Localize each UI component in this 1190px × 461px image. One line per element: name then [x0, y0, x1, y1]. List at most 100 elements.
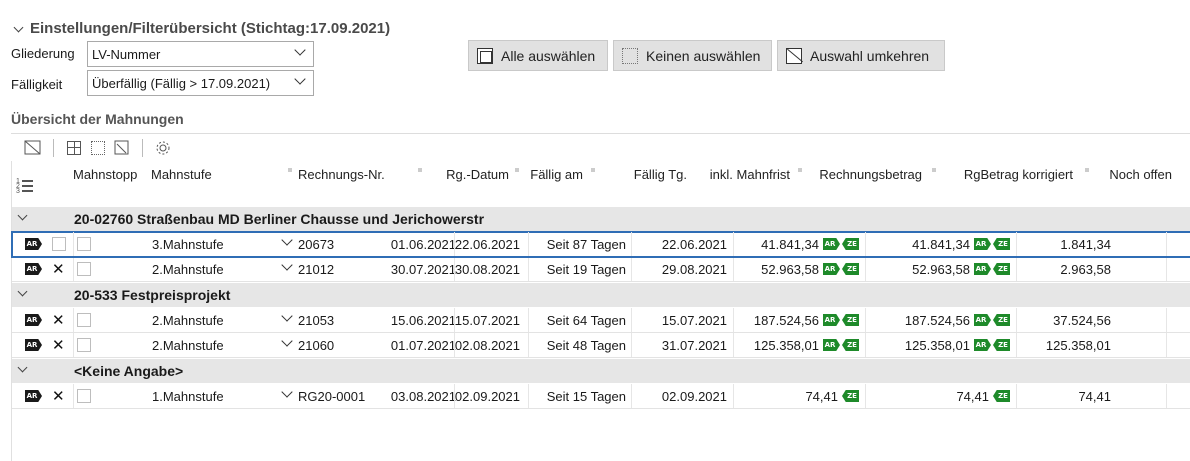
- settings-title: Einstellungen/Filterübersicht (Stichtag:…: [30, 20, 391, 37]
- chevron-down-icon: [295, 47, 305, 57]
- col-rgdatum[interactable]: Rg.-Datum: [428, 161, 512, 187]
- checkbox[interactable]: [52, 237, 66, 251]
- rgbetrag-korrigiert-value: 125.358,01: [904, 337, 970, 353]
- ze-badge: ZE: [842, 390, 859, 402]
- faellig-cell: 30.08.2021: [454, 261, 520, 277]
- mahnstufe-select[interactable]: 2.Mahnstufe: [151, 257, 298, 281]
- mahnstufe-select[interactable]: 3.Mahnstufe: [151, 232, 298, 256]
- col-rgbetrag-korrigiert[interactable]: RgBetrag korrigiert: [926, 161, 1077, 187]
- mahnstufe-select[interactable]: 2.Mahnstufe: [151, 308, 298, 332]
- select-all-icon[interactable]: [64, 138, 84, 158]
- faellig-cell: 02.09.2021: [454, 388, 520, 404]
- faellig-cell: 22.06.2021: [454, 236, 520, 252]
- checkbox[interactable]: [77, 338, 91, 352]
- mahnstufe-value: 1.Mahnstufe: [152, 388, 224, 404]
- close-icon[interactable]: ✕: [52, 338, 65, 353]
- rgdatum-cell: 01.07.2021: [390, 337, 456, 353]
- mahnstufe-select[interactable]: 1.Mahnstufe: [151, 384, 298, 408]
- col-rechnungsbetrag-label: Rechnungsbetrag: [819, 166, 922, 182]
- reminder-grid: 1 2 3 Mahnstopp Mahnstufe Rechnungs-Nr. …: [11, 161, 1190, 461]
- group-header[interactable]: 20-533 Festpreisprojekt: [12, 283, 1190, 307]
- checkbox[interactable]: [77, 237, 91, 251]
- mahnfrist-cell: 15.07.2021: [661, 312, 727, 328]
- rgbetrag-korrigiert-cell: 125.358,01 AR ZE: [865, 333, 1016, 357]
- col-noch-offen-label: Noch offen: [1109, 166, 1172, 182]
- delete-icon[interactable]: ✕: [52, 257, 66, 281]
- rechnungsbetrag-value: 74,41: [805, 388, 838, 404]
- noch-offen-cell: 2.963,58: [1060, 261, 1111, 277]
- select-none-button[interactable]: Keinen auswählen: [613, 40, 772, 71]
- col-rechnungsbetrag[interactable]: Rechnungsbetrag: [794, 161, 926, 187]
- select-all-icon: [477, 47, 493, 64]
- column-divider: [1166, 257, 1167, 281]
- delete-icon[interactable]: ✕: [52, 384, 66, 408]
- close-icon[interactable]: ✕: [52, 313, 65, 328]
- chevron-down-icon[interactable]: [18, 288, 28, 298]
- ar-badge: AR: [25, 263, 42, 275]
- invert-selection-button[interactable]: Auswahl umkehren: [777, 40, 945, 71]
- mahnstopp-checkbox[interactable]: [77, 384, 91, 408]
- checkbox[interactable]: [77, 313, 91, 327]
- rechnungsbetrag-value: 125.358,01: [753, 337, 819, 353]
- invert-selection-small-icon[interactable]: [112, 138, 132, 158]
- gear-icon[interactable]: [153, 138, 173, 158]
- gliederung-label: Gliederung: [11, 46, 75, 61]
- delete-icon[interactable]: ✕: [52, 308, 66, 332]
- select-all-button[interactable]: Alle auswählen: [468, 40, 608, 71]
- settings-section-header[interactable]: Einstellungen/Filterübersicht (Stichtag:…: [14, 20, 390, 37]
- table-row[interactable]: AR ✕ 2.Mahnstufe 21012 30.07.2021 30.08.…: [12, 257, 1190, 282]
- mahnstopp-checkbox[interactable]: [77, 232, 91, 256]
- status-badges: AR ZE: [823, 339, 859, 351]
- mahnstopp-checkbox[interactable]: [77, 308, 91, 332]
- ar-status-icon: AR: [25, 333, 45, 357]
- close-icon[interactable]: ✕: [52, 262, 65, 277]
- mahnstufe-value: 3.Mahnstufe: [152, 236, 224, 252]
- chevron-down-icon[interactable]: [18, 212, 28, 222]
- checkbox[interactable]: [77, 262, 91, 276]
- status-badges: AR ZE: [823, 263, 859, 275]
- group-header[interactable]: <Keine Angabe>: [12, 359, 1190, 383]
- mahnstopp-checkbox[interactable]: [77, 257, 91, 281]
- ar-badge: AR: [823, 263, 840, 275]
- table-row[interactable]: AR ✕ 2.Mahnstufe 21053 15.06.2021 15.07.…: [12, 308, 1190, 333]
- select-none-icon[interactable]: [88, 138, 108, 158]
- col-rechnungsnr-label: Rechnungs-Nr.: [298, 166, 385, 182]
- grid-icon: [67, 140, 81, 155]
- faelligkeit-select[interactable]: Überfällig (Fällig > 17.09.2021): [87, 70, 314, 96]
- col-mahnstopp[interactable]: Mahnstopp: [73, 161, 150, 187]
- overview-title: Übersicht der Mahnungen: [11, 111, 184, 127]
- table-row[interactable]: AR 3.Mahnstufe 20673 01.06.2021 22.06.20…: [11, 231, 1190, 258]
- rgbetrag-korrigiert-value: 187.524,56: [904, 312, 970, 328]
- col-faellig-tg[interactable]: Fällig Tg.: [589, 161, 692, 187]
- noch-offen-cell: 37.524,56: [1053, 312, 1111, 328]
- delete-icon[interactable]: ✕: [52, 333, 66, 357]
- faelligkeit-value: Überfällig (Fällig > 17.09.2021): [92, 75, 271, 91]
- list-options-icon[interactable]: 1 2 3: [16, 178, 34, 195]
- group-header[interactable]: 20-02760 Straßenbau MD Berliner Chausse …: [12, 207, 1190, 231]
- close-icon[interactable]: ✕: [52, 389, 65, 404]
- mahnstufe-select[interactable]: 2.Mahnstufe: [151, 333, 298, 357]
- gliederung-select[interactable]: LV-Nummer: [87, 41, 314, 67]
- col-mahnstufe[interactable]: Mahnstufe: [151, 161, 298, 187]
- col-faellig-am[interactable]: Fällig am: [515, 161, 589, 187]
- checkbox[interactable]: [77, 389, 91, 403]
- col-mahnfrist-label: inkl. Mahnfrist: [709, 166, 790, 182]
- invert-selection-icon[interactable]: [23, 138, 43, 158]
- table-row[interactable]: AR ✕ 2.Mahnstufe 21060 01.07.2021 02.08.…: [12, 333, 1190, 358]
- col-mahnfrist[interactable]: inkl. Mahnfrist: [692, 161, 794, 187]
- chevron-down-icon[interactable]: [18, 364, 28, 374]
- chevron-down-icon: [295, 76, 305, 86]
- select-all-label: Alle auswählen: [501, 47, 596, 64]
- ar-badge: AR: [25, 390, 42, 402]
- column-divider: [73, 232, 74, 256]
- ar-status-icon: AR: [25, 257, 45, 281]
- faellig-tage-cell: Seit 15 Tagen: [546, 388, 626, 404]
- mahnstopp-checkbox[interactable]: [77, 333, 91, 357]
- table-row[interactable]: AR ✕ 1.Mahnstufe RG20-0001 03.08.2021 02…: [12, 384, 1190, 409]
- col-rechnungsnr[interactable]: Rechnungs-Nr.: [298, 161, 428, 187]
- chevron-down-icon: [283, 338, 292, 347]
- col-noch-offen[interactable]: Noch offen: [1077, 161, 1176, 187]
- ar-badge: AR: [823, 339, 840, 351]
- chevron-down-icon: [283, 262, 292, 271]
- row-checkbox[interactable]: [52, 232, 66, 256]
